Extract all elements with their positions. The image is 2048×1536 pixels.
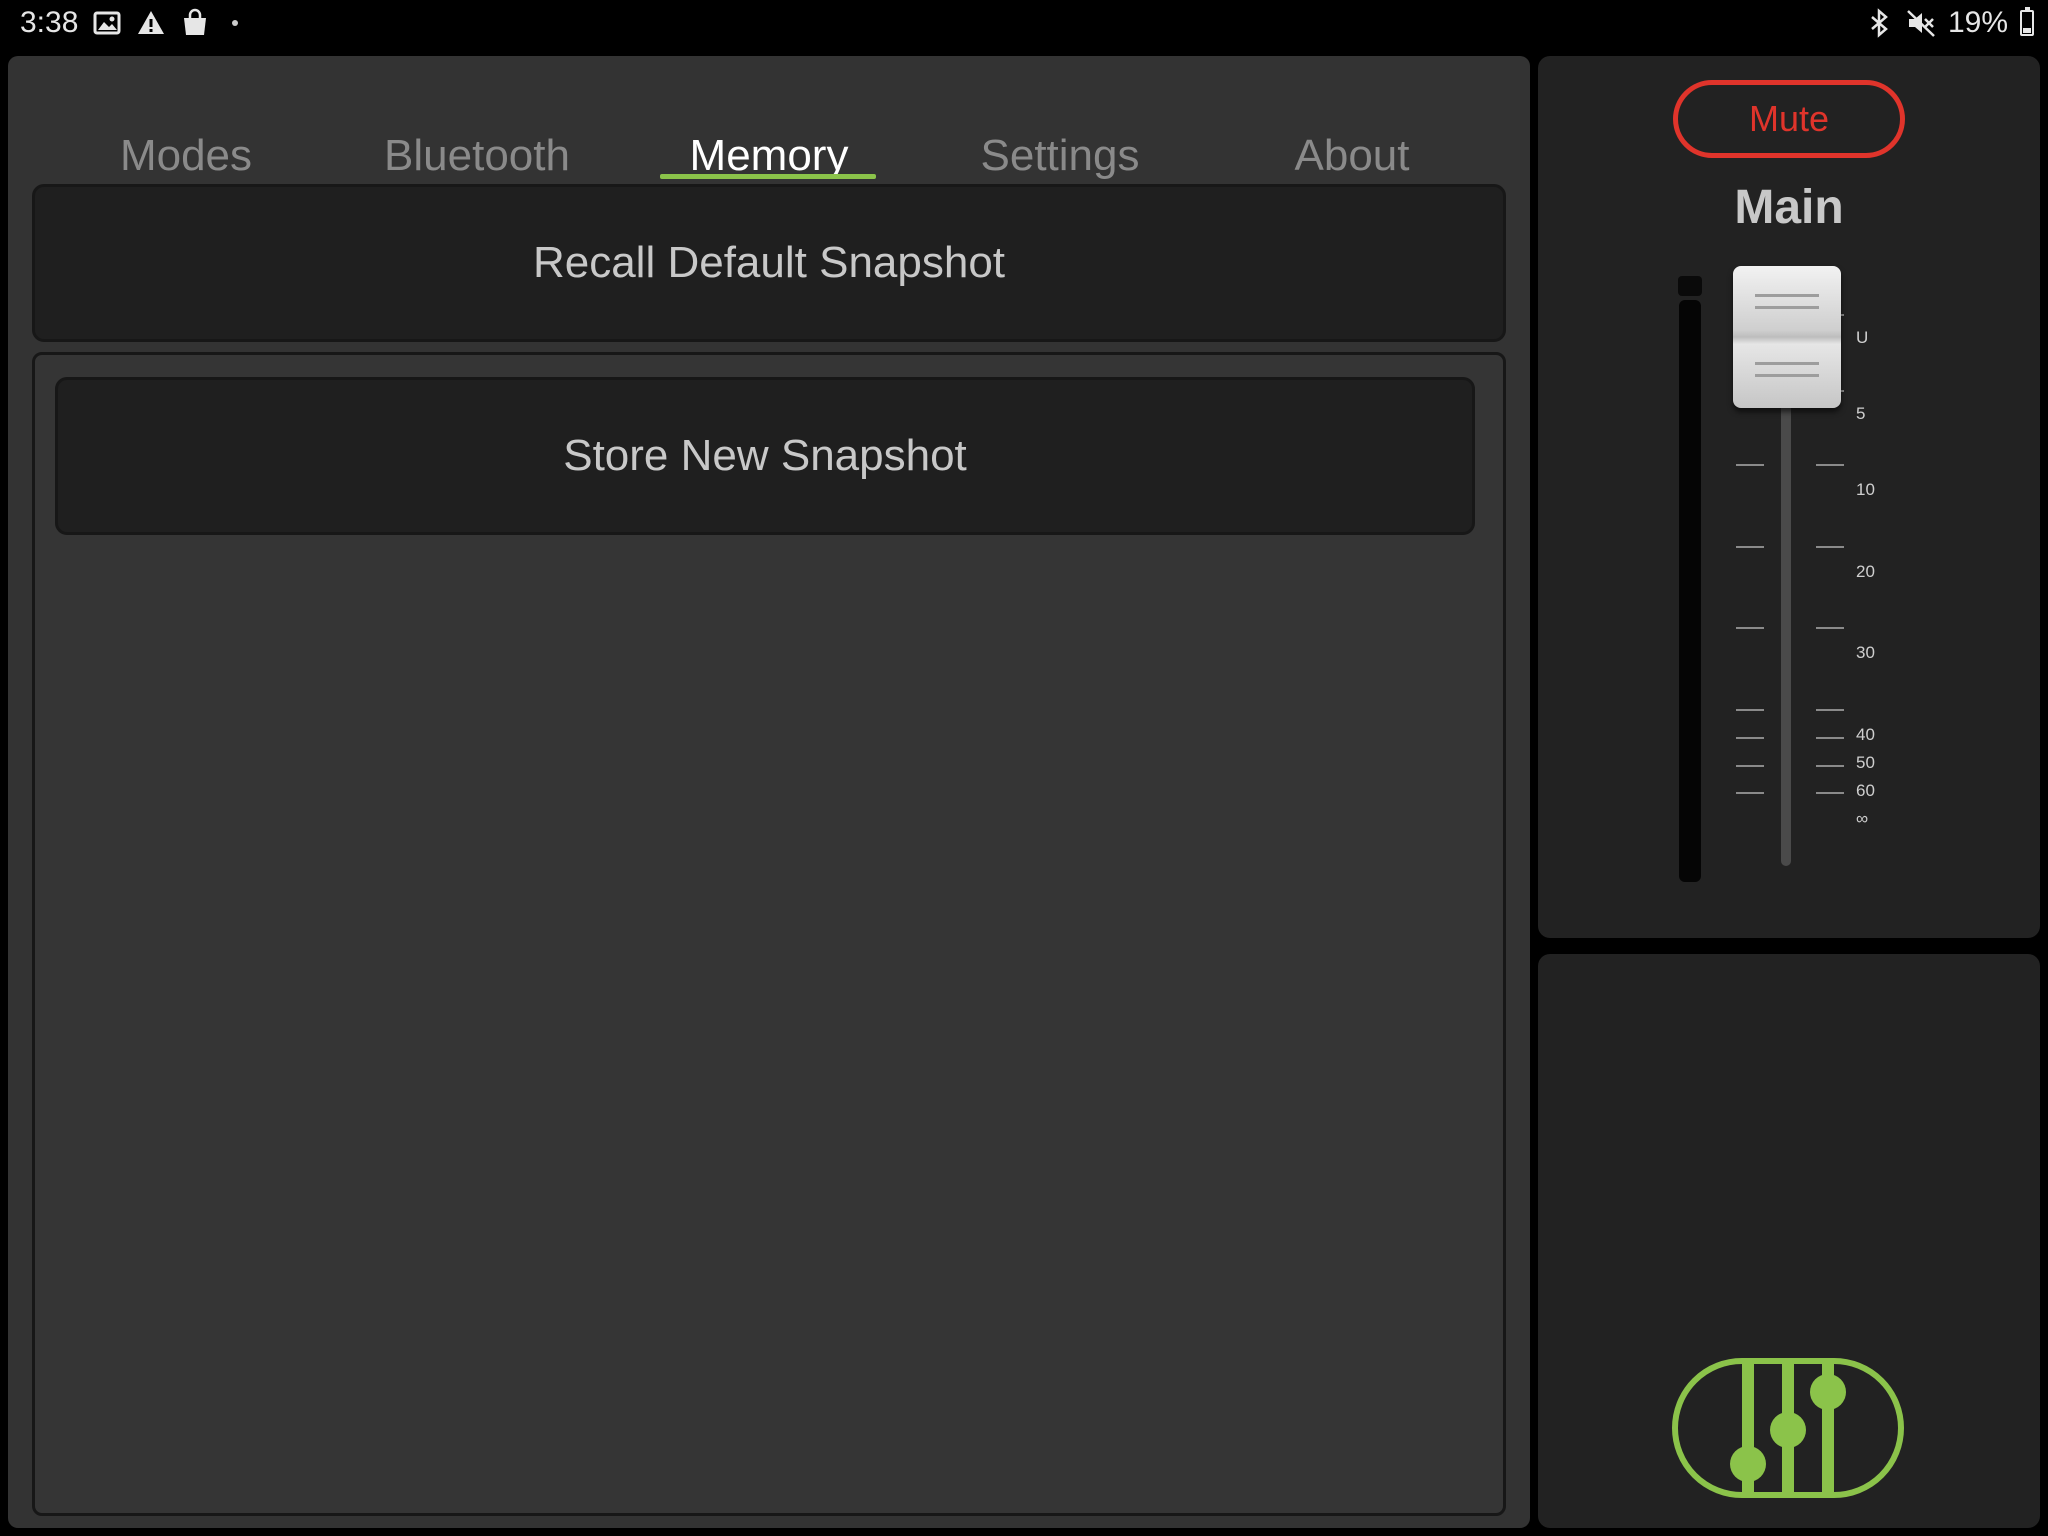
recall-default-snapshot-button[interactable]: Recall Default Snapshot (32, 184, 1506, 342)
main-panel: Modes Bluetooth Memory Settings About Re… (8, 56, 1530, 1528)
fader-tick (1736, 765, 1764, 767)
warning-icon (136, 8, 166, 38)
fader-tick (1816, 765, 1844, 767)
tab-about[interactable]: About (1295, 131, 1410, 181)
fader-tick (1736, 792, 1764, 794)
fader-scale-label: 20 (1856, 562, 1875, 581)
mute-volume-icon (1906, 8, 1936, 38)
fader-grip-line (1755, 306, 1819, 309)
fader-tick (1736, 709, 1764, 711)
snapshot-list: Store New Snapshot (32, 352, 1506, 1516)
meter-bar (1679, 300, 1701, 882)
fader-tick (1816, 627, 1844, 629)
bluetooth-icon (1864, 8, 1894, 38)
tab-modes[interactable]: Modes (120, 131, 252, 181)
active-tab-indicator (660, 174, 876, 179)
meter-peak-indicator (1678, 276, 1702, 296)
fader-scale-label: 10 (1856, 480, 1875, 499)
fader-tick (1816, 709, 1844, 711)
fader-tick (1816, 464, 1844, 466)
fader-scale-label: 40 (1856, 725, 1875, 744)
status-bar-left: 3:38 (20, 6, 239, 40)
fader-scale-label: ∞ (1856, 809, 1869, 828)
image-icon (92, 8, 122, 38)
fader-tick (1816, 792, 1844, 794)
level-meter (1678, 276, 1702, 882)
fader-tick (1736, 627, 1764, 629)
main-channel-strip: Mute Main U 5 10 20 30 40 50 60 ∞ (1538, 56, 2040, 938)
battery-icon (2020, 7, 2034, 36)
battery-percent: 19% (1947, 6, 2008, 39)
fader-grip-line (1755, 294, 1819, 297)
status-bar-right: 19% (1864, 6, 2034, 40)
fader-grip-line (1755, 362, 1819, 365)
fader-scale-label: 50 (1856, 753, 1875, 772)
fader-tick (1736, 737, 1764, 739)
fader-tick (1816, 546, 1844, 548)
fader-tick (1736, 546, 1764, 548)
fader-tick (1816, 737, 1844, 739)
fader-handle[interactable] (1733, 266, 1841, 408)
mute-button[interactable]: Mute (1673, 80, 1905, 158)
fader-scale-label: U (1856, 328, 1869, 347)
fader-scale-label: 5 (1856, 404, 1866, 423)
tab-bar: Modes Bluetooth Memory Settings About (8, 76, 1530, 196)
fader-scale-label: 60 (1856, 781, 1875, 800)
status-time: 3:38 (20, 6, 79, 39)
dot-icon (232, 20, 239, 26)
shopping-bag-icon (180, 8, 210, 38)
store-new-snapshot-button[interactable]: Store New Snapshot (55, 377, 1475, 535)
fader-scale-label: 30 (1856, 643, 1875, 662)
tab-settings[interactable]: Settings (981, 131, 1140, 181)
channel-name: Main (1734, 181, 1844, 234)
mixer-panel (1538, 954, 2040, 1528)
status-bar: 3:38 19% (0, 0, 2048, 52)
mixer-sliders-icon[interactable] (1672, 1358, 1904, 1498)
fader-tick (1736, 464, 1764, 466)
fader-grip-line (1755, 374, 1819, 377)
tab-bluetooth[interactable]: Bluetooth (384, 131, 570, 181)
